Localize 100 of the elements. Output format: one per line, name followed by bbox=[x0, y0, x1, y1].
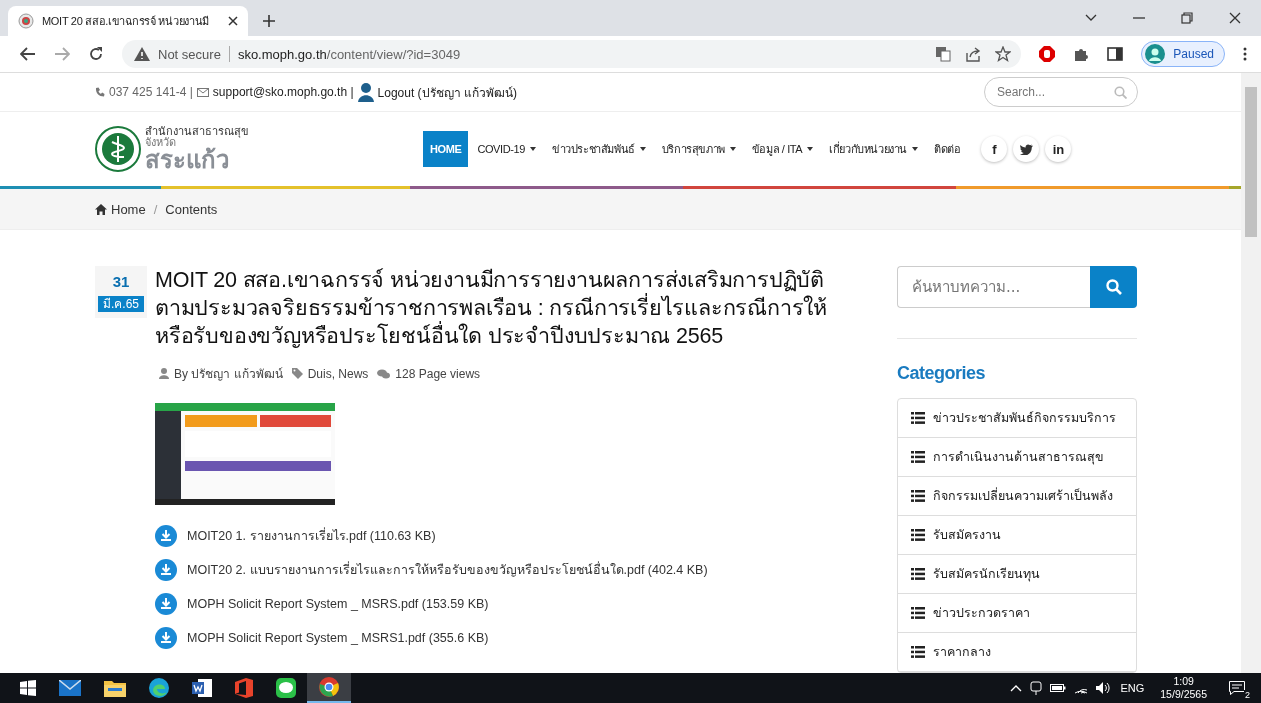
nav-link[interactable]: COVID-19 bbox=[470, 131, 543, 167]
clock[interactable]: 1:09 15/9/2565 bbox=[1160, 675, 1207, 701]
bird-icon bbox=[1019, 143, 1033, 155]
nav-link[interactable]: ติดต่อ bbox=[927, 131, 968, 167]
person-avatar-icon bbox=[1145, 44, 1166, 64]
warning-icon bbox=[134, 47, 150, 61]
list-icon bbox=[911, 607, 925, 619]
file-link[interactable]: MOPH Solicit Report System _ MSRS1.pdf (355.6 KB) bbox=[187, 631, 489, 645]
author-text: By ปรัชญา แก้วพัฒน์ bbox=[174, 366, 283, 383]
chat-icon bbox=[1229, 681, 1245, 695]
globe-icon bbox=[18, 13, 34, 29]
download-icon[interactable] bbox=[155, 525, 177, 547]
speaker-icon[interactable] bbox=[1096, 682, 1113, 694]
language-indicator[interactable]: ENG bbox=[1120, 682, 1145, 694]
folder-icon[interactable] bbox=[104, 679, 126, 697]
close-icon[interactable] bbox=[1229, 12, 1241, 24]
nav-link[interactable]: HOME bbox=[423, 131, 469, 167]
date-day: 31 bbox=[112, 266, 130, 296]
sidebar-icon[interactable] bbox=[1107, 46, 1124, 62]
file-link[interactable]: MOIT20 1. รายงานการเรี่ยไร.pdf (110.63 KB) bbox=[187, 526, 436, 546]
social-link[interactable]: in bbox=[1045, 136, 1072, 162]
puzzle-icon[interactable] bbox=[1073, 46, 1090, 62]
taskbar-app-button[interactable] bbox=[307, 673, 351, 703]
list-icon bbox=[911, 451, 925, 463]
tag-icon bbox=[291, 368, 303, 379]
section-heading: Categories bbox=[897, 363, 987, 384]
notification-count: 2 bbox=[1244, 690, 1251, 700]
translate-icon[interactable] bbox=[935, 46, 952, 62]
file-link[interactable]: MOPH Solicit Report System _ MSRS.pdf (153.59 KB) bbox=[187, 597, 489, 611]
logout-link[interactable]: Logout (ปรัชญา แก้วพัฒน์) bbox=[377, 82, 517, 102]
windows-logo-icon[interactable] bbox=[20, 680, 36, 696]
social-link[interactable]: f bbox=[981, 136, 1008, 162]
office-logo-icon[interactable] bbox=[235, 678, 253, 698]
nav-link[interactable]: บริการสุขภาพ bbox=[654, 131, 743, 167]
restore-icon[interactable] bbox=[1181, 12, 1193, 24]
phone-number: 037 425 141-4 | bbox=[109, 85, 193, 99]
chat-bubble-icon[interactable] bbox=[276, 678, 296, 698]
email-address: support@sko.moph.go.th | bbox=[212, 85, 354, 99]
scrollbar-thumb[interactable] bbox=[1245, 87, 1257, 237]
home-icon bbox=[95, 203, 107, 215]
category-link[interactable]: กิจกรรมเปลี่ยนความเศร้าเป็นพลัง bbox=[898, 477, 1136, 516]
close-icon[interactable] bbox=[228, 16, 238, 26]
search-button[interactable] bbox=[1090, 266, 1137, 308]
breadcrumb-separator: / bbox=[153, 201, 158, 217]
category-link[interactable]: ข่าวประชาสัมพันธ์กิจกรรมบริการ bbox=[898, 399, 1136, 438]
battery-icon[interactable] bbox=[1050, 683, 1067, 693]
article-title: MOIT 20 สสอ.เขาฉกรรจ์ หน่วยงานมีการรายงานผลการส่งเสริมการปฏิบัติตามประมวลจริยธรรมข้าราชการพลเรือน : กรณีการเรี่ยไรและกรณีการให้หรือรับของขวัญหรือประโยชน์อื่นใด ประจำปีงบประมาณ 2565 bbox=[155, 267, 828, 350]
share-icon[interactable] bbox=[965, 46, 982, 62]
user-icon bbox=[159, 368, 169, 379]
emblem-logo-icon bbox=[95, 126, 141, 172]
forward-arrow-icon bbox=[54, 47, 70, 61]
download-icon[interactable] bbox=[155, 559, 177, 581]
list-icon bbox=[911, 412, 925, 424]
tab-title: MOIT 20 สสอ.เขาฉกรรจ์ หน่วยงานมี bbox=[42, 14, 211, 29]
more-vertical-icon[interactable] bbox=[1243, 47, 1247, 61]
breadcrumb-link[interactable]: Home bbox=[95, 201, 146, 217]
breadcrumb-current: Contents bbox=[165, 201, 218, 217]
profile-button[interactable]: Paused bbox=[1141, 41, 1225, 67]
category-link[interactable]: ข่าวประกวดราคา bbox=[898, 594, 1136, 633]
download-icon[interactable] bbox=[155, 627, 177, 649]
envelope-icon bbox=[196, 87, 209, 97]
list-icon bbox=[911, 646, 925, 658]
browser-tab[interactable]: MOIT 20 สสอ.เขาฉกรรจ์ หน่วยงานมี bbox=[8, 6, 248, 36]
logo-title: สระแก้ว bbox=[145, 148, 230, 172]
star-icon[interactable] bbox=[995, 46, 1012, 62]
category-link[interactable]: ราคากลาง bbox=[898, 633, 1136, 672]
chevron-up-icon[interactable] bbox=[1010, 684, 1023, 692]
back-arrow-icon[interactable] bbox=[20, 47, 36, 61]
file-link[interactable]: MOIT20 2. แบบรายงานการเรี่ยไรและการให้หรือรับของขวัญหรือประโยชน์อื่นใด.pdf (402.4 KB) bbox=[187, 560, 708, 580]
plus-icon[interactable] bbox=[262, 14, 276, 28]
pen-device-icon[interactable] bbox=[1030, 681, 1043, 695]
reload-icon[interactable] bbox=[88, 46, 104, 62]
phone-icon bbox=[95, 87, 105, 97]
search-icon bbox=[1105, 279, 1122, 295]
stop-hand-icon[interactable] bbox=[1039, 46, 1056, 62]
logo-text: จังหวัด bbox=[145, 137, 176, 148]
category-link[interactable]: การดำเนินงานด้านสาธารณสุข bbox=[898, 438, 1136, 477]
logo-text: สำนักงานสาธารณสุข bbox=[145, 126, 249, 137]
scrollbar[interactable] bbox=[1241, 73, 1261, 673]
document-letter-icon[interactable] bbox=[192, 678, 212, 698]
category-link[interactable]: รับสมัครนักเรียนทุน bbox=[898, 555, 1136, 594]
person-icon bbox=[357, 82, 374, 102]
address-bar[interactable]: Not secure sko.moph.go.th/content/view/?id=3049 bbox=[122, 40, 1022, 68]
nav-link[interactable]: เกี่ยวกับหน่วยงาน bbox=[822, 131, 926, 167]
views-text: 128 Page views bbox=[395, 366, 481, 381]
nav-link[interactable]: ข้อมูล / ITA bbox=[744, 131, 821, 167]
search-field[interactable]: Search... bbox=[984, 77, 1138, 107]
social-link[interactable] bbox=[1013, 136, 1040, 162]
category-link[interactable]: รับสมัครงาน bbox=[898, 516, 1136, 555]
search-field[interactable]: ค้นหาบทความ... bbox=[897, 266, 1090, 308]
comments-icon bbox=[377, 368, 391, 379]
browser-swirl-icon[interactable] bbox=[149, 678, 169, 698]
nav-link[interactable]: ข่าวประชาสัมพันธ์ bbox=[544, 131, 653, 167]
envelope-icon[interactable] bbox=[59, 680, 81, 696]
url-text: sko.moph.go.th/content/view/?id=3049 bbox=[237, 46, 461, 62]
date-month: มี.ค.65 bbox=[98, 296, 144, 312]
tags-text: Duis, News bbox=[307, 366, 369, 381]
list-icon bbox=[911, 529, 925, 541]
download-icon[interactable] bbox=[155, 593, 177, 615]
chevron-down-icon[interactable] bbox=[1085, 14, 1097, 22]
